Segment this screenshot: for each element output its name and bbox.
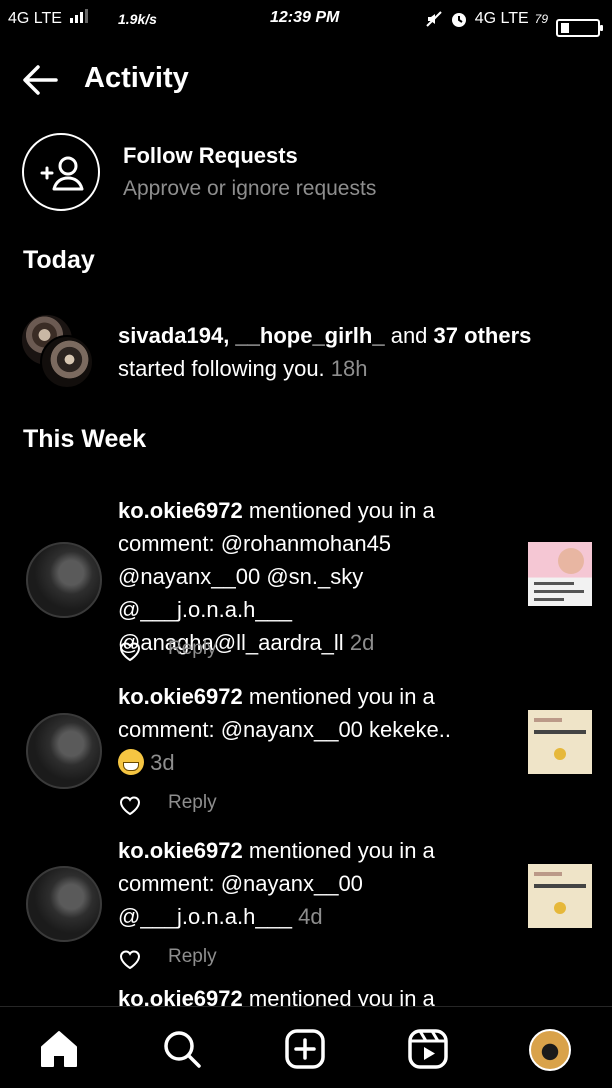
home-tab[interactable] xyxy=(37,1027,81,1071)
profile-avatar[interactable] xyxy=(529,1029,571,1071)
status-bar: 4G LTE 1.9k/s 12:39 PM 4G LTE 79 xyxy=(0,0,612,38)
username[interactable]: ko.okie6972 xyxy=(118,684,243,709)
header: Activity xyxy=(0,58,612,102)
follow-notification-text: sivada194, __hope_girlh_ and 37 others s… xyxy=(118,319,531,385)
mention-notification[interactable]: ko.okie6972 mentioned you in a comment: … xyxy=(20,678,592,828)
timestamp: 18h xyxy=(330,356,368,381)
battery-level: 79 xyxy=(534,12,548,26)
connector: and xyxy=(390,323,428,348)
reply-button[interactable]: Reply xyxy=(168,946,217,968)
page-title: Activity xyxy=(84,62,189,94)
mention-text: ko.okie6972 mentioned you in a comment: … xyxy=(118,680,508,779)
avatar[interactable] xyxy=(26,542,102,618)
section-this-week: This Week xyxy=(23,425,147,453)
clock: 12:39 PM xyxy=(270,9,340,26)
mute-icon xyxy=(425,11,442,27)
network-label: 4G LTE xyxy=(8,10,62,27)
timestamp: 2d xyxy=(349,630,375,655)
heart-icon[interactable] xyxy=(118,948,142,970)
avatar xyxy=(40,335,94,389)
battery-icon xyxy=(556,19,603,37)
heart-icon[interactable] xyxy=(118,640,142,662)
reels-icon xyxy=(408,1029,448,1069)
avatar[interactable] xyxy=(26,866,102,942)
section-today: Today xyxy=(23,246,95,274)
heart-icon[interactable] xyxy=(118,794,142,816)
alarm-icon xyxy=(451,13,466,27)
follow-action: started following you. xyxy=(118,356,325,381)
home-icon xyxy=(41,1031,77,1067)
signal-icon xyxy=(70,9,89,23)
network-speed: 1.9k/s xyxy=(118,11,157,27)
avatar[interactable] xyxy=(26,713,102,789)
follow-requests-subtitle: Approve or ignore requests xyxy=(123,177,377,200)
follow-requests-title: Follow Requests xyxy=(123,143,298,168)
post-thumbnail[interactable] xyxy=(528,864,592,928)
back-arrow-icon[interactable] xyxy=(20,62,60,98)
create-tab[interactable] xyxy=(283,1027,327,1071)
reply-button[interactable]: Reply xyxy=(168,638,217,660)
activity-screen: 4G LTE 1.9k/s 12:39 PM 4G LTE 79 Activit… xyxy=(0,0,612,1088)
username[interactable]: ko.okie6972 xyxy=(118,838,243,863)
reels-tab[interactable] xyxy=(406,1027,450,1071)
follow-notification[interactable]: sivada194, __hope_girlh_ and 37 others s… xyxy=(20,313,592,393)
follow-requests-icon xyxy=(22,133,100,211)
follower-avatars[interactable] xyxy=(20,313,96,389)
timestamp: 3d xyxy=(150,750,175,775)
search-tab[interactable] xyxy=(160,1027,204,1071)
network-label-right: 4G LTE xyxy=(474,10,529,27)
mention-notification[interactable]: ko.okie6972 mentioned you in a comment: … xyxy=(20,492,592,672)
username[interactable]: ko.okie6972 xyxy=(118,498,243,523)
reply-button[interactable]: Reply xyxy=(168,792,217,814)
grinning-emoji-icon xyxy=(118,749,144,775)
follow-requests-row[interactable]: Follow Requests Approve or ignore reques… xyxy=(20,133,592,215)
mention-notification[interactable]: ko.okie6972 mentioned you in a comment: … xyxy=(20,832,592,982)
create-icon xyxy=(285,1029,325,1069)
post-thumbnail[interactable] xyxy=(528,710,592,774)
post-thumbnail[interactable] xyxy=(528,542,592,606)
network-indicator: 4G LTE xyxy=(8,9,89,28)
timestamp: 4d xyxy=(298,904,323,929)
mention-text: ko.okie6972 mentioned you in a comment: … xyxy=(118,834,508,933)
mention-text: ko.okie6972 mentioned you in a comment: … xyxy=(118,494,508,659)
status-right: 4G LTE 79 xyxy=(425,9,603,37)
follower-usernames[interactable]: sivada194, __hope_girlh_ xyxy=(118,323,385,348)
bottom-nav xyxy=(0,1006,612,1088)
others-count[interactable]: 37 others xyxy=(434,323,532,348)
search-icon xyxy=(164,1031,201,1068)
